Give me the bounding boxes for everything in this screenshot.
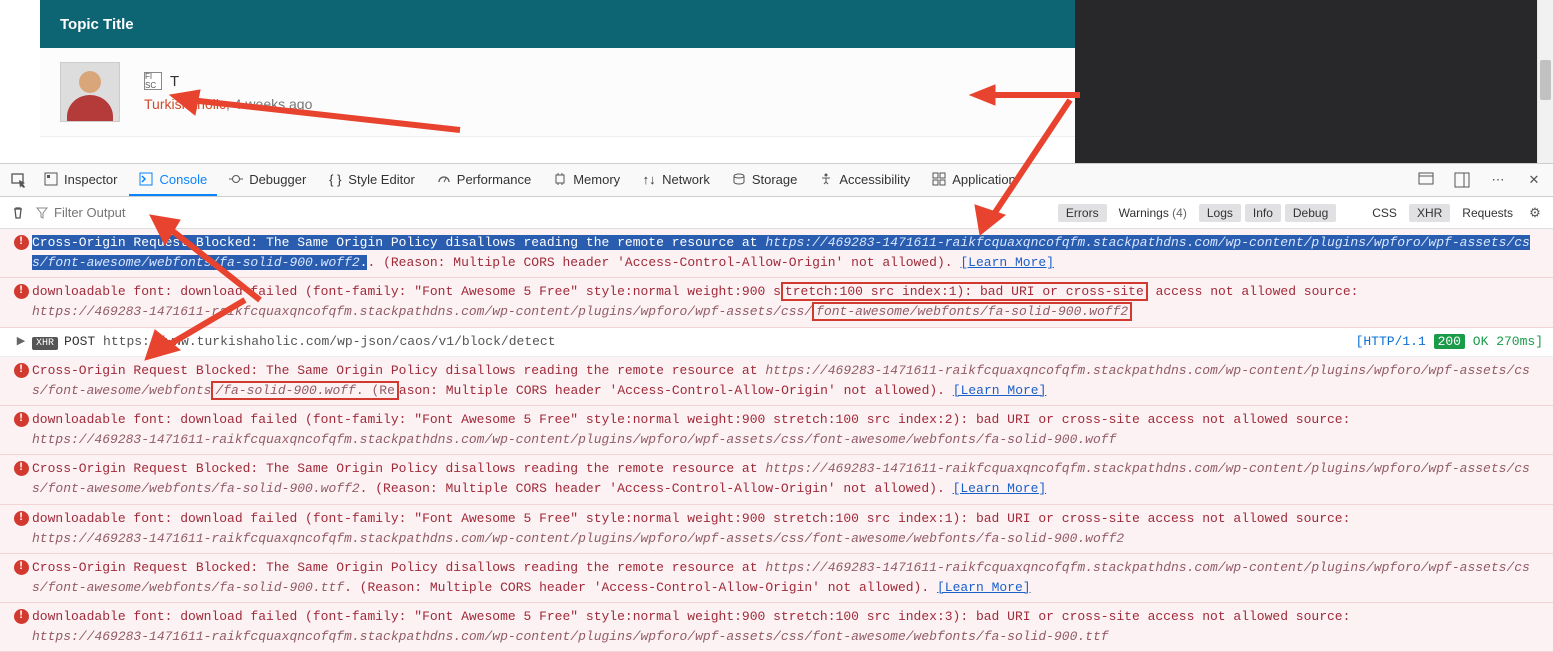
filter-css[interactable]: CSS (1364, 204, 1405, 222)
filter-xhr[interactable]: XHR (1409, 204, 1450, 222)
iframe-select-icon[interactable] (1413, 167, 1439, 193)
filter-requests[interactable]: Requests (1454, 204, 1521, 222)
error-icon: ! (14, 284, 29, 299)
filter-warnings[interactable]: Warnings (4) (1111, 204, 1195, 222)
error-icon: ! (14, 560, 29, 575)
console-error-row[interactable]: ! Cross-Origin Request Blocked: The Same… (0, 455, 1553, 504)
forum-panel: Topic Title Posts Views Last Post FI SC … (0, 0, 1553, 163)
inspector-icon (44, 172, 58, 186)
topic-author-link[interactable]: Turkishaholic (144, 96, 226, 112)
filter-output-field[interactable] (36, 205, 236, 220)
topic-title-text[interactable]: T (170, 73, 179, 90)
learn-more-link[interactable]: [Learn More] (960, 255, 1054, 270)
tab-debugger[interactable]: Debugger (219, 164, 316, 196)
devtools-tabbar: Inspector Console Debugger { }Style Edit… (0, 163, 1553, 197)
learn-more-link[interactable]: [Learn More] (953, 481, 1047, 496)
topic-meta: Turkishaholic, 4 weeks ago (144, 96, 1153, 112)
tab-application[interactable]: Application (922, 164, 1026, 196)
filter-info[interactable]: Info (1245, 204, 1281, 222)
dark-sidebar (1075, 0, 1553, 163)
tab-performance[interactable]: Performance (427, 164, 541, 196)
console-error-row[interactable]: ! downloadable font: download failed (fo… (0, 406, 1553, 455)
more-icon[interactable]: ⋯ (1485, 167, 1511, 193)
debugger-icon (229, 172, 243, 186)
application-icon (932, 172, 946, 186)
funnel-icon (36, 207, 48, 219)
console-error-row[interactable]: ! downloadable font: download failed (fo… (0, 603, 1553, 652)
filter-logs[interactable]: Logs (1199, 204, 1241, 222)
clear-console-icon[interactable] (8, 203, 28, 223)
expand-chevron-icon[interactable]: ▶ (17, 334, 25, 352)
console-error-row[interactable]: ! downloadable font: download failed (fo… (0, 278, 1553, 327)
console-icon (139, 172, 153, 186)
tab-inspector[interactable]: Inspector (34, 164, 127, 196)
filter-errors[interactable]: Errors (1058, 204, 1107, 222)
styleeditor-icon: { } (328, 172, 342, 186)
error-icon: ! (14, 235, 29, 250)
performance-icon (437, 172, 451, 186)
learn-more-link[interactable]: [Learn More] (953, 383, 1047, 398)
tab-console[interactable]: Console (129, 164, 217, 196)
pick-element-icon[interactable] (6, 167, 32, 193)
learn-more-link[interactable]: [Learn More] (937, 580, 1031, 595)
console-error-row[interactable]: ! Cross-Origin Request Blocked: The Same… (0, 554, 1553, 603)
topic-cell: FI SC T Turkishaholic, 4 weeks ago (120, 72, 1153, 112)
error-icon: ! (14, 511, 29, 526)
tab-accessibility[interactable]: Accessibility (809, 164, 920, 196)
console-filter-bar: Errors Warnings (4) Logs Info Debug CSS … (0, 197, 1553, 229)
storage-icon (732, 172, 746, 186)
error-icon: ! (14, 609, 29, 624)
tab-styleeditor[interactable]: { }Style Editor (318, 164, 424, 196)
topic-badge-icon: FI SC (144, 72, 162, 90)
console-output: ! Cross-Origin Request Blocked: The Same… (0, 229, 1553, 652)
error-icon: ! (14, 363, 29, 378)
page-scrollbar[interactable] (1537, 0, 1553, 163)
avatar[interactable] (60, 62, 120, 122)
console-error-row[interactable]: ! Cross-Origin Request Blocked: The Same… (0, 357, 1553, 406)
memory-icon (553, 172, 567, 186)
filter-debug[interactable]: Debug (1285, 204, 1336, 222)
error-icon: ! (14, 412, 29, 427)
console-error-row[interactable]: ! Cross-Origin Request Blocked: The Same… (0, 229, 1553, 278)
xhr-badge: XHR (32, 337, 58, 350)
topic-age: 4 weeks ago (234, 96, 313, 112)
col-topic-title: Topic Title (60, 16, 1153, 33)
console-xhr-row[interactable]: ▶ XHRPOST https://www.turkishaholic.com/… (0, 328, 1553, 357)
network-icon: ↑↓ (642, 172, 656, 186)
console-error-row[interactable]: ! downloadable font: download failed (fo… (0, 505, 1553, 554)
close-devtools-icon[interactable]: ✕ (1521, 167, 1547, 193)
xhr-status: [HTTP/1.1 200 OK 270ms] (1356, 332, 1543, 352)
tab-storage[interactable]: Storage (722, 164, 808, 196)
accessibility-icon (819, 172, 833, 186)
console-settings-icon[interactable]: ⚙ (1525, 205, 1545, 221)
dock-side-icon[interactable] (1449, 167, 1475, 193)
tab-memory[interactable]: Memory (543, 164, 630, 196)
error-icon: ! (14, 461, 29, 476)
tab-network[interactable]: ↑↓Network (632, 164, 720, 196)
